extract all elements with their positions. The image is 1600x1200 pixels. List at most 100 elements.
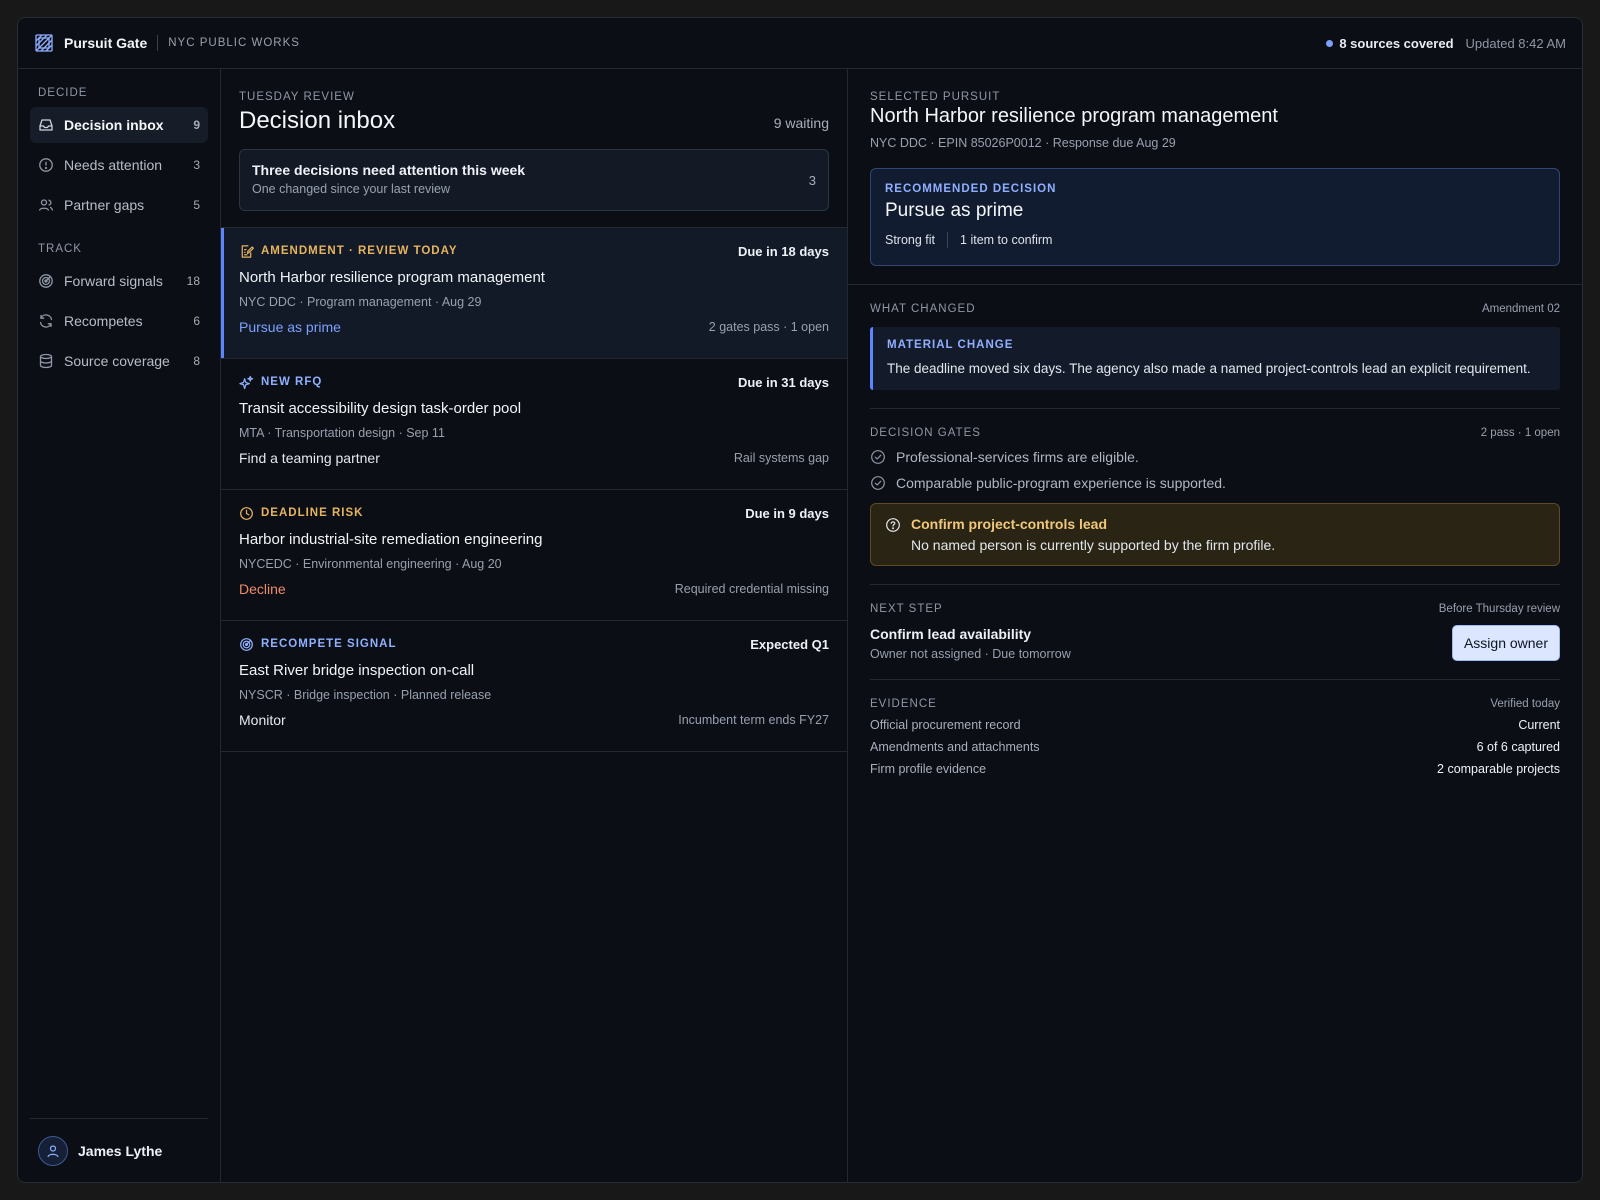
card-title: Harbor industrial-site remediation engin… bbox=[239, 531, 543, 548]
card-action: Decline bbox=[239, 581, 286, 597]
recommended-label: RECOMMENDED DECISION bbox=[885, 183, 1057, 195]
recommended-title: Pursue as prime bbox=[885, 200, 1024, 221]
card-tag: DEADLINE RISK bbox=[261, 507, 364, 519]
sparkles-icon bbox=[239, 375, 254, 390]
section-label: DECISION GATES bbox=[870, 427, 981, 439]
confirm-count: 1 item to confirm bbox=[960, 233, 1053, 247]
pursuit-gate-logo-icon bbox=[34, 33, 54, 53]
card-action: Find a teaming partner bbox=[239, 450, 380, 466]
user-name: James Lythe bbox=[78, 1142, 163, 1159]
updated-timestamp: Updated 8:42 AM bbox=[1465, 35, 1566, 51]
card-note: Rail systems gap bbox=[733, 451, 829, 465]
next-step-subtitle: Owner not assigned · Due tomorrow bbox=[870, 646, 1071, 661]
sources-status[interactable]: 8 sources covered bbox=[1326, 35, 1454, 51]
card-due: Expected Q1 bbox=[750, 636, 829, 652]
check-circle-icon bbox=[870, 475, 886, 491]
material-change-box: MATERIAL CHANGE The deadline moved six d… bbox=[870, 327, 1560, 390]
assign-owner-button[interactable]: Assign owner bbox=[1451, 625, 1560, 661]
callout-title: Three decisions need attention this week bbox=[252, 162, 526, 178]
change-text: The deadline moved six days. The agency … bbox=[887, 361, 1531, 376]
radar-icon bbox=[38, 273, 54, 289]
divider bbox=[157, 35, 159, 51]
radar-icon bbox=[239, 637, 254, 652]
inbox-card-transit-accessibility[interactable]: NEW RFQ Due in 31 days Transit accessibi… bbox=[221, 359, 847, 490]
user-profile[interactable]: James Lythe bbox=[30, 1118, 208, 1182]
card-meta: NYCEDC · Environmental engineering · Aug… bbox=[239, 557, 502, 571]
card-note: 2 gates pass · 1 open bbox=[708, 320, 829, 334]
sidebar-item-forward-signals[interactable]: Forward signals 18 bbox=[30, 263, 208, 299]
next-step-deadline: Before Thursday review bbox=[1438, 603, 1560, 615]
avatar bbox=[38, 1135, 68, 1166]
evidence-label: Amendments and attachments bbox=[870, 740, 1040, 754]
evidence-status: Verified today bbox=[1490, 698, 1560, 710]
open-gate-box[interactable]: Confirm project-controls lead No named p… bbox=[870, 503, 1560, 566]
gate-text: Comparable public-program experience is … bbox=[896, 475, 1226, 491]
card-tag: NEW RFQ bbox=[261, 376, 323, 388]
sidebar-item-source-coverage[interactable]: Source coverage 8 bbox=[30, 343, 208, 379]
section-label: WHAT CHANGED bbox=[870, 303, 976, 315]
detail-title: North Harbor resilience program manageme… bbox=[870, 105, 1278, 127]
fit-label: Strong fit bbox=[885, 233, 936, 247]
inbox-card-harbor-remediation[interactable]: DEADLINE RISK Due in 9 days Harbor indus… bbox=[221, 490, 847, 621]
card-note: Required credential missing bbox=[674, 582, 829, 596]
user-icon bbox=[47, 1144, 59, 1157]
evidence-section: EVIDENCE Verified today Official procure… bbox=[870, 680, 1560, 794]
card-meta: NYC DDC · Program management · Aug 29 bbox=[239, 295, 482, 309]
detail-header: SELECTED PURSUIT North Harbor resilience… bbox=[848, 69, 1582, 285]
decision-inbox-panel: TUESDAY REVIEW Decision inbox 9 waiting … bbox=[221, 69, 848, 1182]
refresh-icon bbox=[38, 313, 54, 329]
divider bbox=[947, 232, 949, 248]
open-gate-subtitle: No named person is currently supported b… bbox=[911, 537, 1276, 553]
card-tag: AMENDMENT · REVIEW TODAY bbox=[261, 245, 458, 257]
sidebar-item-needs-attention[interactable]: Needs attention 3 bbox=[30, 147, 208, 183]
card-meta: MTA · Transportation design · Sep 11 bbox=[239, 426, 445, 440]
evidence-value: 2 comparable projects bbox=[1437, 762, 1560, 776]
sidebar-item-count: 9 bbox=[193, 118, 200, 132]
inbox-header: TUESDAY REVIEW Decision inbox 9 waiting … bbox=[221, 69, 847, 228]
page-title: Decision inbox bbox=[239, 107, 396, 134]
section-label: NEXT STEP bbox=[870, 603, 943, 615]
evidence-row: Amendments and attachments 6 of 6 captur… bbox=[870, 740, 1560, 754]
card-due: Due in 9 days bbox=[745, 505, 829, 521]
change-label: MATERIAL CHANGE bbox=[887, 339, 1014, 351]
sidebar-item-decision-inbox[interactable]: Decision inbox 9 bbox=[30, 107, 208, 143]
next-step-section: NEXT STEP Before Thursday review Confirm… bbox=[870, 585, 1560, 680]
sidebar-section-decide: DECIDE bbox=[38, 87, 88, 99]
sources-label: 8 sources covered bbox=[1339, 35, 1454, 51]
sidebar-item-partner-gaps[interactable]: Partner gaps 5 bbox=[30, 187, 208, 223]
sidebar-item-recompetes[interactable]: Recompetes 6 bbox=[30, 303, 208, 339]
sidebar-item-label: Decision inbox bbox=[64, 117, 164, 133]
check-circle-icon bbox=[870, 449, 886, 465]
sidebar: DECIDE Decision inbox 9 Needs attention … bbox=[18, 69, 221, 1182]
callout-count: 3 bbox=[808, 173, 816, 188]
gate-text: Professional-services firms are eligible… bbox=[896, 449, 1139, 465]
evidence-label: Official procurement record bbox=[870, 718, 1021, 732]
card-action: Pursue as prime bbox=[239, 319, 341, 335]
card-note: Incumbent term ends FY27 bbox=[678, 713, 829, 727]
sidebar-item-label: Source coverage bbox=[64, 353, 170, 369]
sidebar-item-label: Recompetes bbox=[64, 313, 143, 329]
sidebar-item-count: 5 bbox=[193, 198, 200, 212]
evidence-label: Firm profile evidence bbox=[870, 762, 987, 776]
gates-summary: 2 pass · 1 open bbox=[1480, 427, 1560, 439]
sidebar-item-label: Forward signals bbox=[64, 273, 163, 289]
app-window: Pursuit Gate NYC PUBLIC WORKS 8 sources … bbox=[17, 17, 1583, 1183]
card-action: Monitor bbox=[239, 712, 286, 728]
what-changed-section: WHAT CHANGED Amendment 02 MATERIAL CHANG… bbox=[870, 285, 1560, 409]
card-due: Due in 31 days bbox=[737, 374, 829, 390]
evidence-row: Official procurement record Current bbox=[870, 718, 1560, 732]
inbox-card-east-river-bridge[interactable]: RECOMPETE SIGNAL Expected Q1 East River … bbox=[221, 621, 847, 752]
inbox-icon bbox=[38, 117, 54, 133]
sidebar-item-count: 8 bbox=[193, 354, 200, 368]
callout-subtitle: One changed since your last review bbox=[252, 182, 451, 196]
status-dot-icon bbox=[1326, 39, 1334, 47]
next-step-title: Confirm lead availability bbox=[870, 625, 1032, 642]
inbox-card-north-harbor[interactable]: AMENDMENT · REVIEW TODAY Due in 18 days … bbox=[221, 228, 847, 359]
attention-callout[interactable]: Three decisions need attention this week… bbox=[239, 149, 829, 211]
users-icon bbox=[38, 197, 54, 213]
gate-item: Professional-services firms are eligible… bbox=[870, 449, 1560, 465]
database-icon bbox=[38, 353, 54, 369]
top-bar: Pursuit Gate NYC PUBLIC WORKS 8 sources … bbox=[18, 18, 1582, 69]
clock-icon bbox=[239, 506, 254, 521]
waiting-count: 9 waiting bbox=[773, 115, 829, 131]
